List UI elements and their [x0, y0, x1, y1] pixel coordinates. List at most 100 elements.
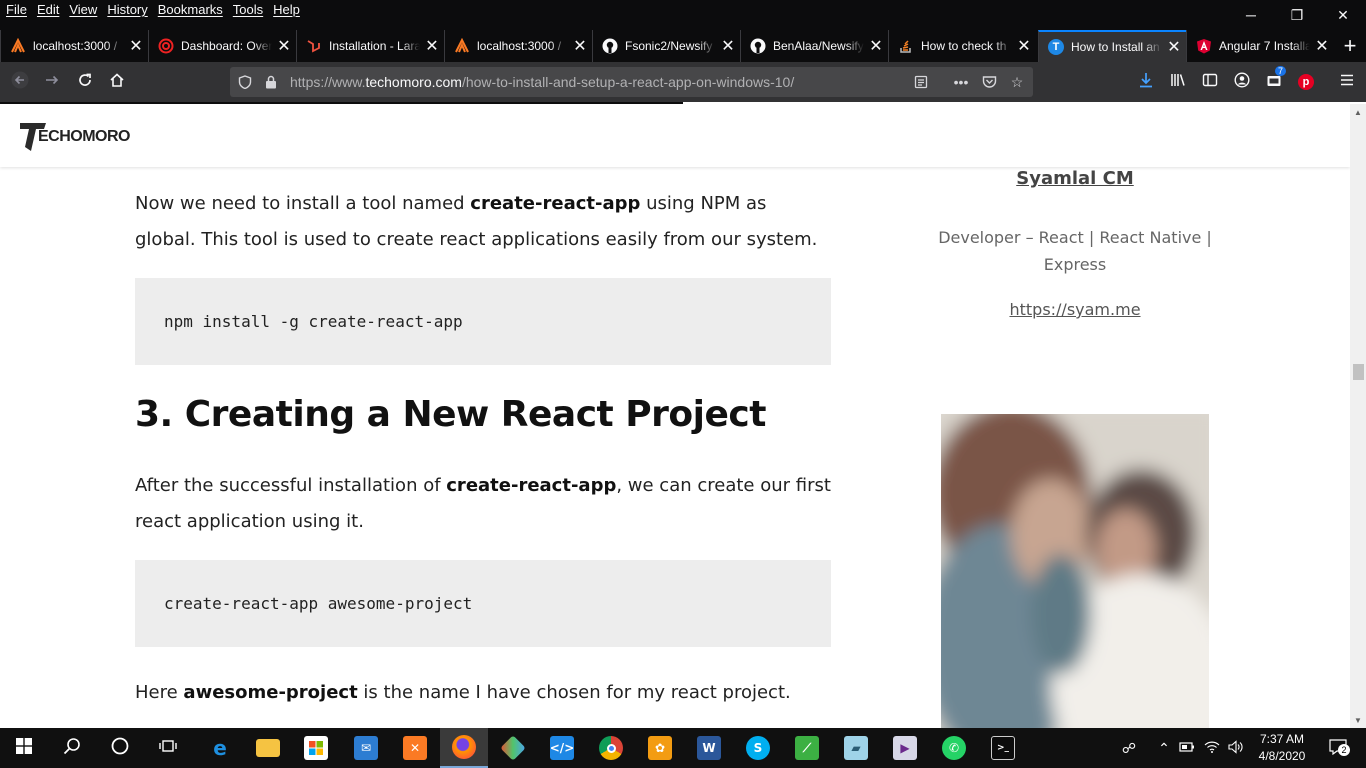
- lock-icon[interactable]: [260, 71, 282, 93]
- menu-edit[interactable]: Edit: [37, 2, 59, 17]
- volume-button[interactable]: [1225, 728, 1247, 768]
- taskbar-terminal[interactable]: >_: [979, 728, 1027, 768]
- windows-logo-icon: [16, 737, 32, 759]
- menu-help[interactable]: Help: [273, 2, 300, 17]
- tab-close-icon[interactable]: ✕: [272, 36, 296, 56]
- tab-close-icon[interactable]: ✕: [1012, 36, 1036, 56]
- author-website-link[interactable]: https://syam.me: [930, 300, 1220, 319]
- taskbar-word[interactable]: W: [685, 728, 733, 768]
- taskbar-chrome[interactable]: [587, 728, 635, 768]
- tab-installation-laravel[interactable]: Installation - Lara ✕: [296, 30, 444, 62]
- reader-view-icon[interactable]: [910, 71, 932, 93]
- page-actions-icon[interactable]: •••: [950, 71, 972, 93]
- xampp-icon: [454, 38, 470, 54]
- minimize-button[interactable]: ─: [1228, 0, 1274, 30]
- tab-close-icon[interactable]: ✕: [568, 36, 592, 56]
- tab-localhost-2[interactable]: localhost:3000 / ✕: [444, 30, 592, 62]
- task-view-button[interactable]: [144, 728, 192, 768]
- whatsapp-icon: ✆: [942, 736, 966, 760]
- tab-close-icon[interactable]: ✕: [420, 36, 444, 56]
- tab-stackoverflow[interactable]: How to check th ✕: [888, 30, 1036, 62]
- address-bar[interactable]: https://www.techomoro.com/how-to-install…: [230, 67, 1033, 97]
- site-logo[interactable]: ECHOMORO: [18, 116, 131, 156]
- start-button[interactable]: [0, 728, 48, 768]
- sidebar-icon: [1202, 72, 1218, 92]
- wifi-icon: [1204, 740, 1220, 757]
- tab-fsonic2-newsify[interactable]: Fsonic2/Newsify ✕: [592, 30, 740, 62]
- app-icon: ⟋: [795, 736, 819, 760]
- menu-bar: File Edit View History Bookmarks Tools H…: [0, 0, 1366, 30]
- new-tab-button[interactable]: +: [1334, 30, 1366, 62]
- tab-title: How to check th: [921, 39, 1007, 53]
- taskbar-edge[interactable]: e: [196, 728, 244, 768]
- tab-close-icon[interactable]: ✕: [124, 36, 148, 56]
- taskbar-skype[interactable]: S: [734, 728, 782, 768]
- text: Now we need to install a tool named: [135, 193, 471, 214]
- menu-tools[interactable]: Tools: [233, 2, 263, 17]
- taskbar-media-player[interactable]: ▶: [881, 728, 929, 768]
- tab-localhost-1[interactable]: localhost:3000 / ✕: [0, 30, 148, 62]
- pinterest-button[interactable]: p: [1291, 67, 1321, 97]
- forward-button[interactable]: [37, 67, 67, 97]
- menu-history[interactable]: History: [107, 2, 147, 17]
- scroll-down-icon[interactable]: ▼: [1350, 712, 1366, 728]
- section-heading: 3. Creating a New React Project: [135, 394, 766, 435]
- search-button[interactable]: [48, 728, 96, 768]
- taskbar-app-blue[interactable]: ▰: [832, 728, 880, 768]
- downloads-button[interactable]: [1131, 67, 1161, 97]
- clock-time: 7:37 AM: [1259, 732, 1305, 746]
- close-window-button[interactable]: ✕: [1320, 0, 1366, 30]
- pocket-icon[interactable]: [978, 71, 1000, 93]
- back-button[interactable]: [5, 67, 35, 97]
- tab-close-icon[interactable]: ✕: [864, 36, 888, 56]
- taskbar-store[interactable]: [292, 728, 340, 768]
- account-icon: [1234, 72, 1250, 92]
- taskbar-firefox[interactable]: [440, 728, 488, 768]
- taskbar-file-explorer[interactable]: [244, 728, 292, 768]
- home-button[interactable]: [102, 67, 132, 97]
- taskbar-whatsapp[interactable]: ✆: [930, 728, 978, 768]
- tab-angular[interactable]: Angular 7 Installa ✕: [1186, 30, 1334, 62]
- tab-close-icon[interactable]: ✕: [1162, 37, 1186, 57]
- action-center-button[interactable]: 2: [1318, 728, 1358, 768]
- scroll-up-icon[interactable]: ▲: [1350, 104, 1366, 120]
- people-button[interactable]: ☍: [1117, 728, 1141, 768]
- library-button[interactable]: [1163, 67, 1193, 97]
- tab-techomoro-active[interactable]: T How to Install an ✕: [1038, 30, 1186, 62]
- cortana-button[interactable]: [96, 728, 144, 768]
- taskbar-git[interactable]: [489, 728, 537, 768]
- library-icon: [1170, 72, 1186, 92]
- reload-button[interactable]: [70, 67, 100, 97]
- menu-bookmarks[interactable]: Bookmarks: [158, 2, 223, 17]
- tab-dashboard[interactable]: Dashboard: Over ✕: [148, 30, 296, 62]
- page-scrollbar[interactable]: ▲ ▼: [1350, 104, 1366, 728]
- scrollbar-thumb[interactable]: [1353, 364, 1364, 380]
- tab-benalaa-newsify[interactable]: BenAlaa/Newsify ✕: [740, 30, 888, 62]
- tab-close-icon[interactable]: ✕: [1310, 36, 1334, 56]
- bookmark-star-icon[interactable]: ☆: [1006, 71, 1028, 93]
- taskbar-app-orange[interactable]: ✿: [636, 728, 684, 768]
- tab-close-icon[interactable]: ✕: [716, 36, 740, 56]
- tracking-protection-icon[interactable]: [234, 71, 256, 93]
- store-icon: [304, 736, 328, 760]
- taskbar-app-green[interactable]: ⟋: [783, 728, 831, 768]
- menu-file[interactable]: File: [6, 2, 27, 17]
- battery-button[interactable]: [1176, 728, 1198, 768]
- arrow-right-icon: [44, 72, 60, 93]
- network-button[interactable]: [1201, 728, 1223, 768]
- account-button[interactable]: [1227, 67, 1257, 97]
- menu-button[interactable]: [1332, 67, 1362, 97]
- show-hidden-icons-button[interactable]: ⌃: [1153, 728, 1175, 768]
- task-view-icon: [159, 737, 177, 760]
- author-name-link[interactable]: Syamlal CM: [930, 168, 1220, 189]
- taskbar-xampp[interactable]: ✕: [391, 728, 439, 768]
- taskbar-vscode[interactable]: </>: [538, 728, 586, 768]
- tab-strip: localhost:3000 / ✕ Dashboard: Over ✕ Ins…: [0, 30, 1366, 62]
- menu-view[interactable]: View: [69, 2, 97, 17]
- system-clock[interactable]: 7:37 AM 4/8/2020: [1250, 731, 1314, 765]
- restore-button[interactable]: ❐: [1274, 0, 1320, 30]
- extension-button[interactable]: 7: [1259, 66, 1289, 97]
- reload-icon: [77, 72, 93, 93]
- taskbar-mail[interactable]: ✉: [342, 728, 390, 768]
- sidebar-button[interactable]: [1195, 67, 1225, 97]
